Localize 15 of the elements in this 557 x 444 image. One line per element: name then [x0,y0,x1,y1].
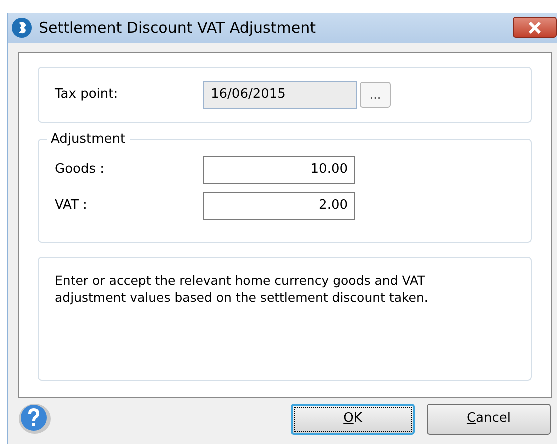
tax-point-label: Tax point: [55,86,120,104]
field-label: Goods : [55,161,106,180]
tax-point-field[interactable]: 16/06/2015 [203,81,357,109]
amount-field[interactable]: 2.00 [203,192,355,220]
app-logo-icon [11,17,33,39]
close-icon [528,22,542,34]
close-button[interactable] [513,17,557,38]
amount-field[interactable]: 10.00 [203,156,355,184]
info-text: Enter or accept the relevant home currency goods and VAT adjustment values based on the settlement discount taken. [55,272,430,306]
cancel-button[interactable]: Cancel [427,404,551,434]
window-title: Settlement Discount VAT Adjustment [39,18,316,39]
help-icon[interactable] [18,403,52,435]
field-label: VAT : [55,197,88,216]
date-picker-button[interactable]: ... [360,82,391,108]
ok-button[interactable]: OK [291,404,415,434]
